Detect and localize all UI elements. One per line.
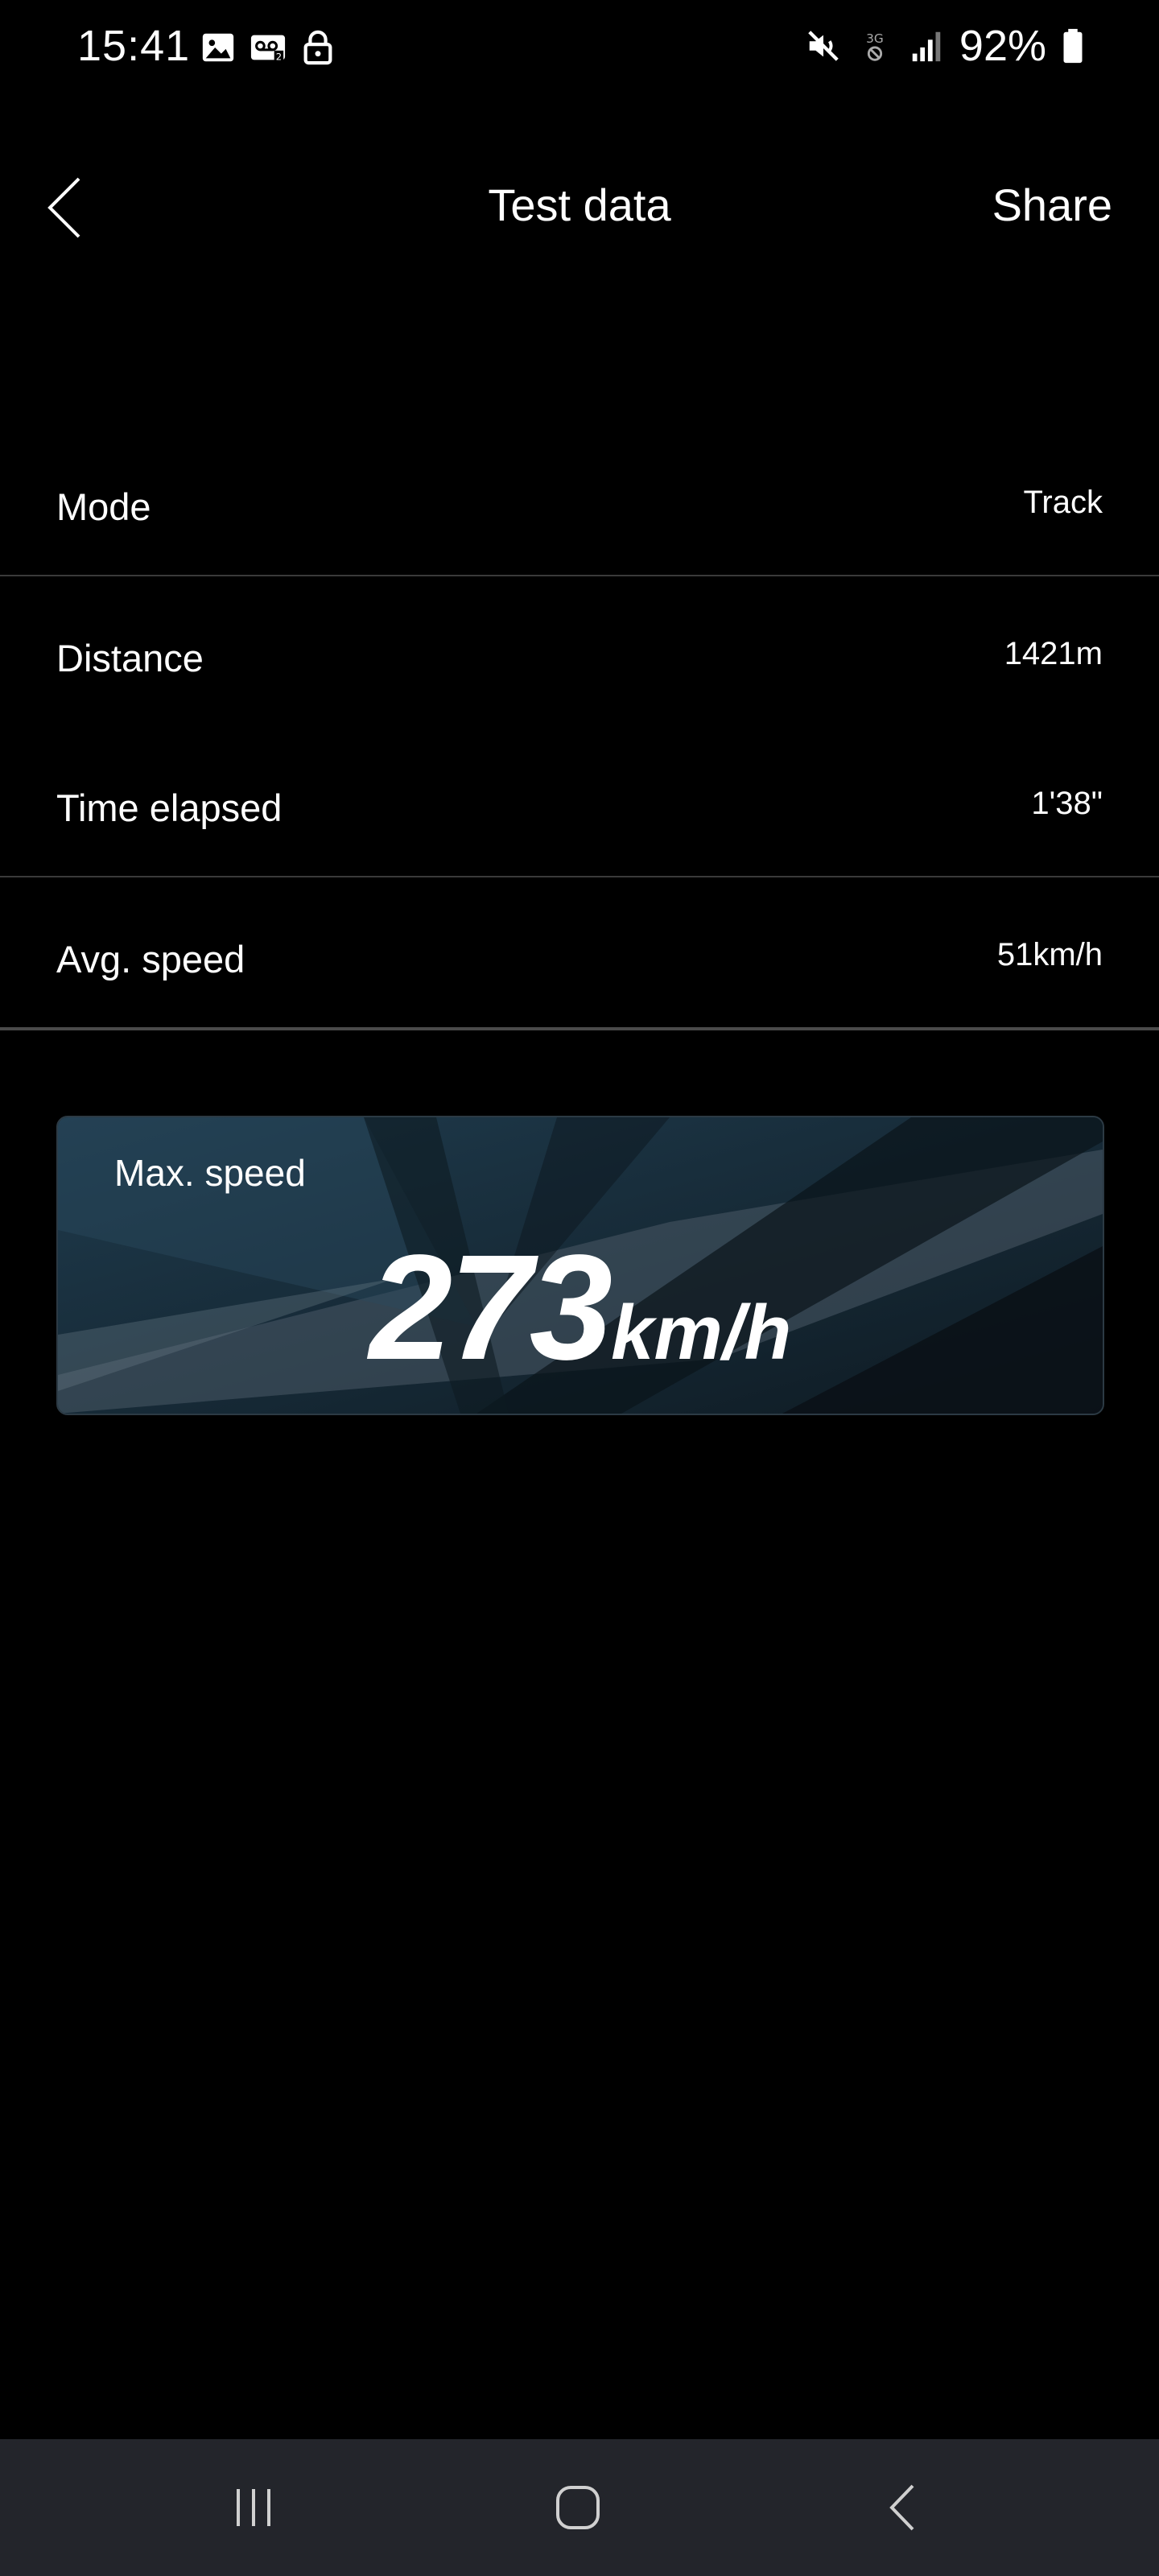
row-value: 1'38" — [1031, 786, 1103, 821]
row-label: Mode — [56, 485, 151, 528]
row-label: Time elapsed — [56, 786, 283, 829]
row-distance: Distance 1421m — [0, 612, 1159, 708]
screen: 15:41 2 3G 92% Test data Share Mode Trac… — [0, 0, 1159, 2576]
svg-text:2: 2 — [276, 51, 282, 62]
row-avg-speed: Avg. speed 51km/h — [0, 913, 1159, 1009]
max-speed-value: 273 — [369, 1224, 612, 1391]
share-button[interactable]: Share — [992, 179, 1112, 231]
row-mode: Mode Track — [0, 460, 1159, 557]
mute-icon — [808, 31, 839, 61]
image-icon — [202, 33, 234, 62]
row-label: Avg. speed — [56, 938, 245, 980]
row-value: Track — [1023, 485, 1103, 520]
page-title: Test data — [488, 180, 671, 230]
divider — [0, 876, 1159, 877]
row-value: 51km/h — [996, 937, 1103, 972]
status-time: 15:41 — [77, 22, 191, 70]
status-system-icons: 3G 92% — [805, 21, 1085, 71]
battery-icon — [1063, 28, 1083, 64]
max-speed-readout: 273km/h — [58, 1222, 1103, 1393]
signal-icon — [912, 31, 941, 62]
network-3g-icon: 3G — [866, 31, 884, 61]
app-header: Test data Share — [0, 145, 1159, 266]
voicemail-icon: 2 — [250, 35, 286, 62]
divider — [0, 575, 1159, 576]
recents-icon[interactable] — [225, 2479, 282, 2536]
lock-icon — [303, 30, 332, 65]
max-speed-card: Max. speed 273km/h — [56, 1116, 1104, 1415]
max-speed-label: Max. speed — [114, 1152, 306, 1194]
back-icon[interactable] — [876, 2479, 932, 2536]
max-speed-unit: km/h — [611, 1290, 792, 1376]
battery-percent: 92% — [959, 22, 1046, 70]
system-navigation-bar — [0, 2439, 1159, 2576]
row-label: Distance — [56, 637, 204, 679]
svg-text:3G: 3G — [866, 31, 884, 46]
status-notification-icons: 2 — [200, 29, 336, 66]
row-time-elapsed: Time elapsed 1'38" — [0, 762, 1159, 858]
home-icon[interactable] — [550, 2479, 606, 2536]
row-value: 1421m — [1004, 636, 1103, 671]
status-bar: 15:41 2 3G 92% — [0, 0, 1159, 97]
divider — [0, 1027, 1159, 1030]
